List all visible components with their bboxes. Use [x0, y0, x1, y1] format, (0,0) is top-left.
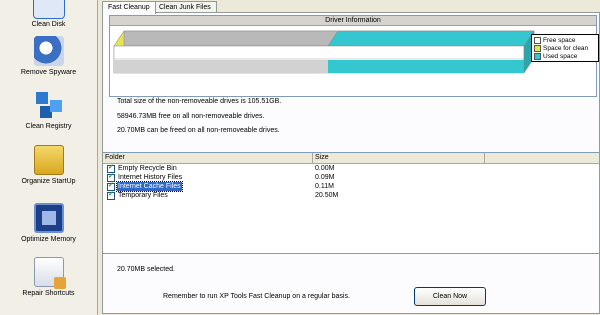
- selected-size-status: 20.70MB selected.: [117, 266, 175, 273]
- list-item[interactable]: Internet History Files 0.09M: [103, 172, 599, 182]
- item-folder-name: Empty Recycle Bin: [118, 165, 177, 172]
- bar-top-cyan: [327, 30, 535, 47]
- item-size: 0.11M: [315, 183, 334, 190]
- sidebar-item-organize-startup[interactable]: Organize StartUp: [0, 145, 97, 185]
- memory-chip-icon: [33, 203, 64, 233]
- sidebar-item-optimize-memory[interactable]: Optimize Memory: [0, 203, 97, 243]
- disk-icon: [32, 0, 65, 19]
- legend-swatch: [534, 36, 541, 44]
- startup-box-icon: [33, 145, 64, 175]
- bar-top-used-gray: [113, 30, 339, 47]
- disk-usage-bar-chart: [113, 30, 535, 74]
- item-checkbox[interactable]: [107, 190, 115, 200]
- sidebar-item-label: Clean Registry: [25, 123, 72, 130]
- chart-legend: Free space Space for clean Used space: [531, 34, 599, 62]
- legend-swatch: [534, 44, 541, 52]
- registry-icon: [33, 90, 64, 120]
- clean-now-button[interactable]: Clean Now: [414, 287, 486, 306]
- legend-item-space-for-clean: Space for clean: [534, 44, 596, 52]
- item-folder-name: Temporary Files: [118, 192, 168, 199]
- legend-label: Free space: [543, 36, 576, 44]
- bar-front-cyan: [328, 60, 524, 73]
- list-item[interactable]: Empty Recycle Bin 0.00M: [103, 163, 599, 173]
- free-space-text: 58946.73MB free on all non-removeable dr…: [117, 113, 265, 120]
- total-size-text: Total size of the non-removeable drives …: [117, 98, 282, 105]
- sidebar-item-label: Clean Disk: [31, 21, 66, 28]
- column-header-folder[interactable]: Folder: [103, 153, 313, 163]
- legend-label: Used space: [543, 52, 578, 60]
- fast-cleanup-panel: Driver Information Free space Space for …: [102, 12, 600, 314]
- list-header: Folder Size: [103, 153, 599, 164]
- column-header-size[interactable]: Size: [313, 153, 485, 163]
- item-size: 0.00M: [315, 165, 335, 172]
- sidebar-item-label: Optimize Memory: [21, 236, 76, 243]
- cleanup-file-list[interactable]: Folder Size Empty Recycle Bin 0.00M Inte…: [103, 152, 599, 254]
- legend-swatch: [534, 52, 541, 60]
- legend-label: Space for clean: [543, 44, 589, 52]
- driver-information-box: Driver Information Free space Space for …: [109, 15, 599, 97]
- driver-information-title: Driver Information: [110, 16, 596, 26]
- list-item[interactable]: Temporary Files 20.50M: [103, 190, 599, 200]
- list-item-selected[interactable]: Internet Cache Files 0.11M: [103, 181, 599, 192]
- item-size: 0.09M: [315, 174, 335, 181]
- sidebar-item-clean-registry[interactable]: Clean Registry: [0, 90, 97, 130]
- sidebar-item-clean-disk[interactable]: Clean Disk: [0, 0, 97, 28]
- sidebar-item-remove-spyware[interactable]: Remove Spyware: [0, 36, 97, 76]
- sidebar-item-label: Remove Spyware: [20, 69, 77, 76]
- legend-item-used-space: Used space: [534, 52, 596, 60]
- sidebar-item-label: Organize StartUp: [21, 178, 76, 185]
- reminder-text: Remember to run XP Tools Fast Cleanup on…: [163, 293, 350, 300]
- sidebar-item-repair-shortcuts[interactable]: Repair Shortcuts: [0, 257, 97, 297]
- shield-icon: [33, 36, 64, 66]
- item-folder-name: Internet History Files: [118, 174, 183, 181]
- bar-front-gray: [114, 60, 328, 73]
- freeable-space-text: 20.70MB can be freed on all non-removeab…: [117, 127, 280, 134]
- item-folder-name: Internet Cache Files: [116, 181, 183, 192]
- shortcut-icon: [33, 257, 66, 289]
- sidebar-item-label: Repair Shortcuts: [22, 290, 75, 297]
- sidebar: Clean Disk Remove Spyware Clean Registry…: [0, 0, 98, 315]
- item-size: 20.50M: [315, 192, 339, 199]
- tab-fast-cleanup[interactable]: Fast Cleanup: [102, 1, 156, 14]
- legend-item-free-space: Free space: [534, 36, 596, 44]
